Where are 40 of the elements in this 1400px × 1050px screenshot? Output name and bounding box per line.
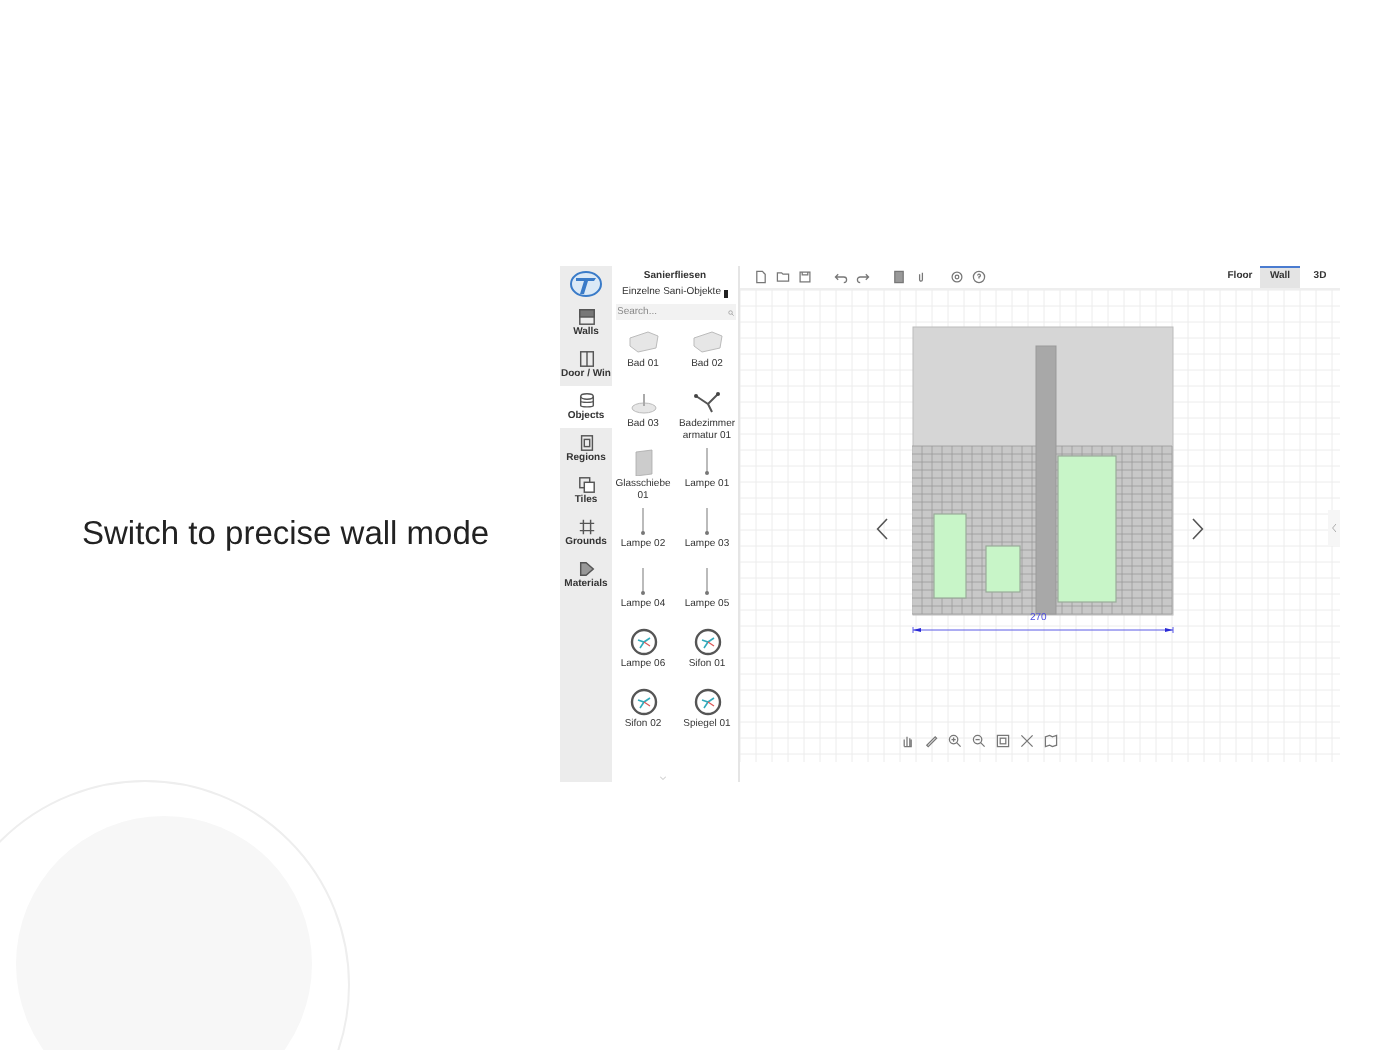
- grounds-icon: [577, 518, 595, 536]
- regions-icon: [577, 434, 595, 452]
- dial-icon: [691, 688, 723, 716]
- next-wall-icon[interactable]: [1192, 518, 1204, 540]
- basin-icon: [627, 388, 659, 416]
- lamp-icon: [640, 568, 646, 596]
- save-icon[interactable]: [798, 270, 812, 284]
- dropdown-caret-icon: [724, 289, 728, 297]
- door-icon: [577, 350, 595, 368]
- undo-icon[interactable]: [834, 270, 848, 284]
- bathtub-icon: [691, 328, 723, 356]
- dial-icon: [627, 688, 659, 716]
- lamp-icon: [704, 508, 710, 536]
- faucet-icon: [691, 388, 723, 416]
- dial-icon: [627, 628, 659, 656]
- ruler-icon[interactable]: [924, 734, 938, 748]
- zoom-out-icon[interactable]: [972, 734, 986, 748]
- app-logo-icon: [570, 270, 602, 298]
- materials-icon: [577, 560, 595, 578]
- walls-icon: [577, 308, 595, 326]
- bathtub-icon: [627, 328, 659, 356]
- tiles-icon: [577, 476, 595, 494]
- new-file-icon[interactable]: [754, 270, 768, 284]
- lamp-icon: [640, 508, 646, 536]
- fit-view-icon[interactable]: [996, 734, 1010, 748]
- help-icon[interactable]: [972, 270, 986, 284]
- paperclip-icon[interactable]: [914, 270, 928, 284]
- redo-icon[interactable]: [856, 270, 870, 284]
- search-icon: [727, 309, 733, 315]
- objects-icon: [577, 392, 595, 410]
- lamp-icon: [704, 568, 710, 596]
- map-icon[interactable]: [1044, 734, 1058, 748]
- zoom-in-icon[interactable]: [948, 734, 962, 748]
- dial-icon: [691, 628, 723, 656]
- previous-wall-icon[interactable]: [876, 518, 888, 540]
- slide-caption: Switch to precise wall mode: [82, 516, 490, 552]
- document-icon[interactable]: [892, 270, 906, 284]
- folder-icon[interactable]: [776, 270, 790, 284]
- lamp-icon: [704, 448, 710, 476]
- settings-icon[interactable]: [950, 270, 964, 284]
